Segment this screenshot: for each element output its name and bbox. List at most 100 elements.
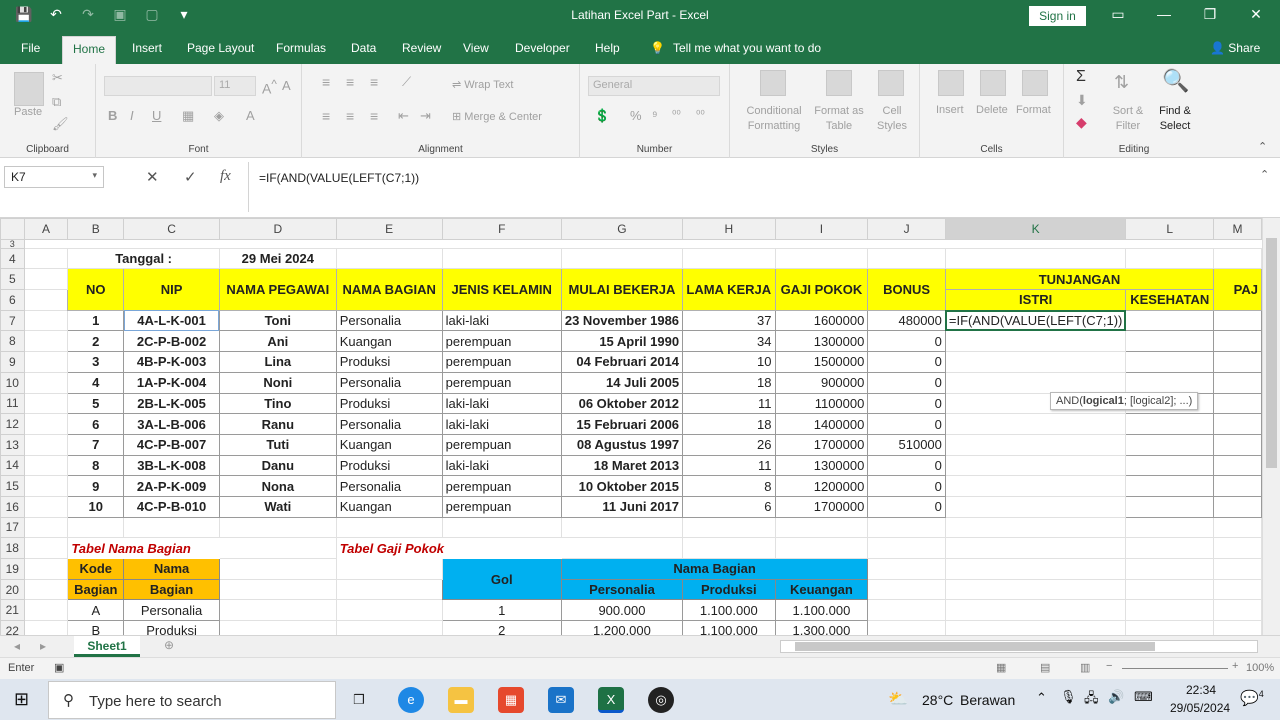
gaji-header-keuangan[interactable]: Keuangan bbox=[774, 578, 869, 601]
insert-cells-button[interactable]: Insert bbox=[936, 104, 964, 116]
bonus-cell[interactable]: 0 bbox=[867, 392, 946, 415]
jk-cell[interactable]: perempuan bbox=[441, 330, 562, 353]
col-header-i[interactable]: I bbox=[774, 218, 869, 240]
borders-icon[interactable]: ▦ bbox=[182, 108, 194, 124]
no-cell[interactable]: 1 bbox=[67, 309, 125, 332]
jk-cell[interactable]: perempuan bbox=[441, 495, 562, 518]
lama-cell[interactable]: 26 bbox=[682, 433, 776, 456]
gaji-cell[interactable]: 1700000 bbox=[774, 495, 869, 518]
increase-decimal-icon[interactable]: ⁰⁰ bbox=[672, 108, 681, 121]
find-select-button[interactable]: Find & Select bbox=[1152, 104, 1198, 134]
mail-icon[interactable]: ✉ bbox=[548, 687, 574, 713]
bagian-cell[interactable]: Personalia bbox=[335, 413, 443, 435]
pajak-cell[interactable] bbox=[1213, 371, 1262, 394]
kesehatan-cell[interactable] bbox=[1125, 330, 1215, 353]
grow-font-icon[interactable]: A^ bbox=[262, 78, 277, 97]
nama-cell[interactable]: Nona bbox=[218, 475, 337, 497]
zoom-level[interactable]: 100% bbox=[1246, 662, 1274, 674]
next-sheet-icon[interactable]: ▸ bbox=[40, 639, 46, 653]
header-nama-pegawai[interactable]: NAMA PEGAWAI bbox=[218, 268, 337, 311]
mulai-cell[interactable]: 04 Februari 2014 bbox=[560, 351, 684, 373]
kesehatan-cell[interactable] bbox=[1125, 309, 1215, 332]
no-cell[interactable]: 3 bbox=[67, 351, 125, 373]
sheet-tab-sheet1[interactable]: Sheet1 bbox=[74, 636, 140, 657]
row-header[interactable]: 17 bbox=[0, 516, 25, 539]
mulai-cell[interactable]: 08 Agustus 1997 bbox=[560, 433, 684, 456]
tabel-gaji-pokok-title[interactable]: Tabel Gaji Pokok bbox=[336, 538, 561, 559]
gaji-cell[interactable]: 1.200.000 bbox=[560, 620, 684, 635]
accounting-icon[interactable]: 💲 bbox=[594, 108, 610, 124]
no-cell[interactable]: 2 bbox=[67, 330, 125, 353]
col-header-g[interactable]: G bbox=[560, 218, 684, 240]
bonus-cell[interactable]: 0 bbox=[867, 413, 946, 435]
normal-view-icon[interactable]: ▦ bbox=[996, 661, 1006, 674]
formula-input[interactable]: =IF(AND(VALUE(LEFT(C7;1)) bbox=[248, 162, 1258, 212]
enter-icon[interactable]: ✓ bbox=[184, 168, 197, 186]
worksheet-grid[interactable]: A B C D E F G H I J K L M 3 4 Tanggal : … bbox=[0, 218, 1262, 635]
jk-cell[interactable]: perempuan bbox=[441, 475, 562, 497]
network-icon[interactable]: 🖧 bbox=[1084, 689, 1099, 711]
name-box[interactable]: K7 ▾ bbox=[4, 166, 104, 188]
bagian-cell[interactable]: Personalia bbox=[335, 475, 443, 497]
empty-cell[interactable] bbox=[23, 392, 69, 415]
bagian-cell[interactable]: Kuangan bbox=[335, 330, 443, 353]
decrease-indent-icon[interactable]: ⇤ bbox=[398, 108, 409, 124]
nama-cell[interactable]: Ranu bbox=[218, 413, 337, 435]
clock-date[interactable]: 29/05/2024 bbox=[1170, 701, 1230, 715]
volume-icon[interactable]: 🔊 bbox=[1108, 689, 1124, 705]
tab-view[interactable]: View bbox=[463, 41, 489, 55]
conditional-formatting-button[interactable]: Conditional Formatting bbox=[738, 104, 810, 134]
format-as-table-button[interactable]: Format as Table bbox=[812, 104, 866, 134]
header-bonus[interactable]: BONUS bbox=[867, 268, 946, 311]
prev-sheet-icon[interactable]: ◂ bbox=[14, 639, 20, 653]
weather-icon[interactable]: ⛅ bbox=[888, 689, 908, 709]
mulai-cell[interactable]: 18 Maret 2013 bbox=[560, 454, 684, 477]
no-cell[interactable]: 5 bbox=[67, 392, 125, 415]
col-header-f[interactable]: F bbox=[441, 218, 562, 240]
mulai-cell[interactable]: 14 Juli 2005 bbox=[560, 371, 684, 394]
gaji-cell[interactable]: 1200000 bbox=[774, 475, 869, 497]
header-istri[interactable]: ISTRI bbox=[944, 289, 1127, 311]
excel-taskbar-icon[interactable]: X bbox=[598, 687, 624, 713]
row-header[interactable]: 10 bbox=[0, 371, 25, 394]
pajak-cell[interactable] bbox=[1213, 495, 1262, 518]
font-size-box[interactable]: 11 bbox=[214, 76, 256, 96]
format-painter-icon[interactable]: 🖌 bbox=[52, 116, 69, 132]
col-header-c[interactable]: C bbox=[123, 218, 220, 240]
empty-cell[interactable] bbox=[23, 330, 69, 353]
jk-cell[interactable]: laki-laki bbox=[441, 413, 562, 435]
tab-help[interactable]: Help bbox=[595, 41, 620, 55]
vertical-scrollbar[interactable] bbox=[1262, 218, 1280, 635]
bagian-cell[interactable]: Personalia bbox=[335, 371, 443, 394]
comma-icon[interactable]: ⁹ bbox=[652, 108, 658, 123]
gol-cell[interactable]: 2 bbox=[441, 620, 562, 635]
row-header[interactable]: 6 bbox=[0, 289, 25, 311]
mulai-cell[interactable]: 15 Februari 2006 bbox=[560, 413, 684, 435]
recorder-icon[interactable]: ◎ bbox=[648, 687, 674, 713]
store-icon[interactable]: ▦ bbox=[498, 687, 524, 713]
tab-data[interactable]: Data bbox=[351, 41, 376, 55]
gaji-cell[interactable]: 1700000 bbox=[774, 433, 869, 456]
autosum-icon[interactable]: Σ bbox=[1076, 68, 1086, 86]
row-header[interactable]: 19 bbox=[0, 558, 25, 580]
gaji-cell[interactable]: 900.000 bbox=[560, 599, 684, 622]
nip-cell[interactable]: 4A-L-K-001 bbox=[123, 309, 220, 332]
nip-cell[interactable]: 4C-P-B-007 bbox=[123, 433, 220, 456]
merge-center-button[interactable]: ⊞ Merge & Center bbox=[452, 110, 542, 123]
active-cell-k7[interactable]: =IF(AND(VALUE(LEFT(C7;1)) bbox=[944, 309, 1127, 332]
restore-icon[interactable]: ❐ bbox=[1198, 6, 1222, 23]
ribbon-display-icon[interactable]: ▭ bbox=[1106, 6, 1130, 23]
istri-cell[interactable] bbox=[944, 351, 1127, 373]
scroll-thumb[interactable] bbox=[1266, 238, 1277, 468]
language-icon[interactable]: ⌨ bbox=[1134, 689, 1153, 705]
mulai-cell[interactable]: 10 Oktober 2015 bbox=[560, 475, 684, 497]
bagian-cell[interactable]: Produksi bbox=[335, 392, 443, 415]
fill-icon[interactable]: ⬇ bbox=[1076, 92, 1088, 109]
tab-formulas[interactable]: Formulas bbox=[276, 41, 326, 55]
jk-cell[interactable]: perempuan bbox=[441, 433, 562, 456]
format-cells-icon[interactable] bbox=[1022, 70, 1048, 96]
istri-cell[interactable] bbox=[944, 371, 1127, 394]
mulai-cell[interactable]: 11 Juni 2017 bbox=[560, 495, 684, 518]
istri-cell[interactable] bbox=[944, 433, 1127, 456]
windows-start-icon[interactable]: ⊞ bbox=[14, 689, 29, 710]
